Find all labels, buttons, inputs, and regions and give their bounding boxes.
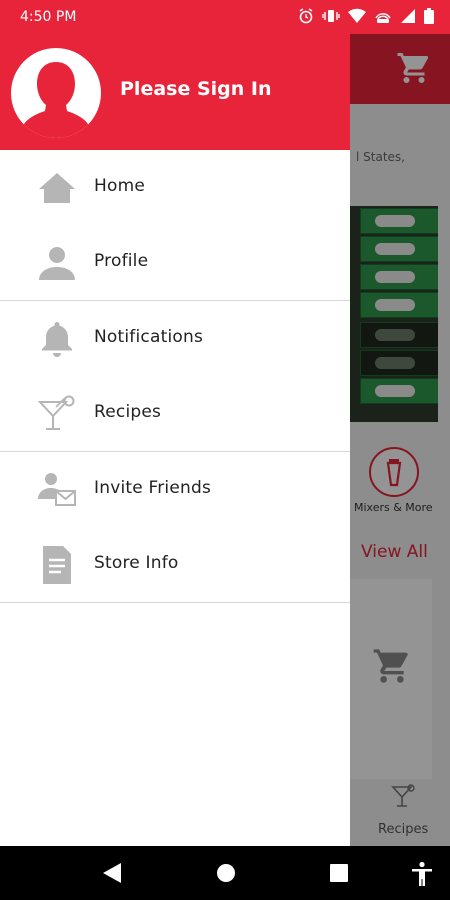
vibrate-icon — [322, 10, 340, 22]
menu-item-label: Invite Friends — [94, 478, 212, 498]
menu-item-label: Recipes — [94, 402, 162, 422]
status-icons — [298, 8, 434, 24]
wifi-icon — [348, 8, 366, 23]
drawer-header[interactable]: Please Sign In — [0, 34, 350, 150]
hotspot-icon — [375, 13, 391, 23]
menu-item-store-info[interactable]: Store Info — [0, 527, 350, 602]
menu-item-home[interactable]: Home — [0, 150, 350, 225]
status-bar: 4:50 PM — [0, 0, 450, 34]
signal-icon — [401, 9, 415, 23]
menu-item-notifications[interactable]: Notifications — [0, 301, 350, 376]
menu-item-label: Profile — [94, 251, 149, 271]
menu-item-label: Store Info — [94, 553, 179, 573]
menu-item-label: Notifications — [94, 327, 203, 347]
accessibility-icon[interactable] — [410, 861, 434, 887]
system-nav-bar — [0, 846, 450, 900]
recents-icon[interactable] — [328, 861, 350, 885]
menu-item-profile[interactable]: Profile — [0, 225, 350, 300]
menu-item-label: Home — [94, 176, 146, 196]
profile-icon — [39, 247, 75, 280]
home-icon — [39, 173, 75, 203]
avatar[interactable] — [11, 48, 101, 138]
invite-icon — [38, 473, 76, 506]
default-avatar-icon — [22, 62, 90, 138]
navigation-drawer: Please Sign In Home Profile Notification… — [0, 34, 350, 846]
home-circle-icon[interactable] — [215, 861, 237, 885]
bell-icon — [42, 322, 72, 357]
status-time: 4:50 PM — [20, 9, 77, 25]
alarm-icon — [299, 8, 313, 24]
sign-in-prompt[interactable]: Please Sign In — [120, 78, 272, 100]
cocktail-icon — [37, 395, 75, 430]
menu-item-recipes[interactable]: Recipes — [0, 376, 350, 451]
battery-icon — [424, 8, 434, 24]
back-icon[interactable] — [101, 861, 123, 885]
menu-divider — [0, 602, 350, 603]
document-icon — [43, 546, 71, 584]
menu-item-invite-friends[interactable]: Invite Friends — [0, 452, 350, 527]
